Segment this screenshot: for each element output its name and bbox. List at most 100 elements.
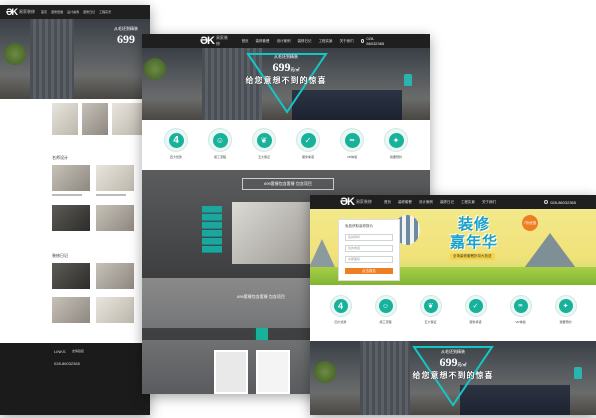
service-item[interactable]: ∞ VR体验 — [509, 295, 532, 324]
submit-button[interactable]: 点击报名 — [345, 268, 393, 274]
hero-text-left: 从毛坯到精装 699 — [96, 26, 156, 47]
phone-contact[interactable]: 028-86032365 — [544, 200, 576, 205]
nav-diary[interactable]: 装修日记 — [298, 39, 312, 44]
case-image[interactable] — [96, 165, 134, 191]
service-icon-circle: ✦ — [554, 295, 577, 317]
area-field[interactable]: 房屋面积 — [345, 256, 393, 263]
hero-price: 699元/㎡ — [310, 355, 596, 370]
package-tab[interactable] — [202, 214, 222, 221]
gallery-image[interactable] — [52, 103, 78, 135]
top-navigation: ƏK 易家装修 首页 装修套餐 设计案例 装修日记 工程实景 关于我们 028-… — [310, 195, 596, 209]
eye-mask-icon: ∞ — [513, 299, 528, 313]
quote-form: 免费获取装修报价 您的称呼 您的电话 房屋面积 点击报名 — [338, 219, 400, 281]
phone-field[interactable]: 您的电话 — [345, 245, 393, 252]
logo-text: 易家装修 — [215, 35, 228, 46]
service-icon-circle: ∞ — [340, 128, 364, 152]
service-icon-circle: ✓ — [464, 295, 487, 317]
designer-icon: ☺ — [212, 132, 228, 148]
diary-image[interactable] — [52, 263, 90, 289]
logo[interactable]: ƏK 易家装修 — [200, 35, 230, 47]
service-item[interactable]: ✦ 我要预约 — [384, 128, 408, 159]
promo-sub-text: 全场装修套餐折扣大放送 — [453, 254, 492, 258]
tab-active[interactable] — [256, 328, 268, 340]
logo[interactable]: ƏK 易家装修 — [6, 7, 35, 17]
switch-panel — [256, 350, 290, 394]
nav-projects[interactable]: 工程实景 — [319, 39, 333, 44]
hero-text: 从毛坯到精装 699元/㎡ 给您意想不到的惊喜 — [310, 349, 596, 381]
logo[interactable]: ƏK 易家装修 — [340, 196, 372, 208]
logo-mark: ƏK — [340, 196, 355, 208]
service-icon-circle: ❦ — [419, 295, 442, 317]
promo-badge: 7折优惠 — [522, 215, 538, 231]
nav-home[interactable]: 首页 — [384, 200, 391, 205]
service-label: 施工流程 — [213, 155, 226, 159]
phone-contact[interactable]: 028-86032365 — [360, 36, 390, 46]
service-item[interactable]: ✓ 服务承诺 — [296, 128, 320, 159]
diary-image[interactable] — [96, 297, 134, 323]
hero-slogan: 给您意想不到的惊喜 — [412, 371, 494, 380]
nav-home[interactable]: 首页 — [41, 10, 47, 14]
nav-about[interactable]: 关于我们 — [340, 39, 354, 44]
number-4-icon: 4 — [168, 132, 184, 148]
nav-home[interactable]: 首页 — [242, 39, 249, 44]
nav-cases[interactable]: 设计案例 — [67, 10, 79, 14]
logo-mark: ƏK — [200, 35, 215, 47]
service-label: 我要预约 — [389, 155, 402, 159]
nav-cases[interactable]: 设计案例 — [277, 39, 291, 44]
page-preview-left: ƏK 易家装修 首页 装修套餐 设计案例 装修日记 工程实景 名师设计 装修日记… — [0, 5, 150, 415]
service-label: VR体验 — [346, 155, 358, 159]
package-tab[interactable] — [202, 246, 222, 253]
case-image[interactable] — [96, 205, 134, 231]
diary-image[interactable] — [96, 263, 134, 289]
service-label: 五大保证 — [424, 320, 437, 324]
package-title: 699套餐包含套餐 包含项目 — [264, 181, 312, 186]
service-item[interactable]: ☺ 施工流程 — [374, 295, 397, 324]
nav-diary[interactable]: 装修日记 — [440, 200, 454, 205]
service-item[interactable]: ✓ 服务承诺 — [464, 295, 487, 324]
plant-decor — [4, 43, 26, 65]
service-item[interactable]: 4 四大优势 — [164, 128, 188, 159]
nav-package[interactable]: 装修套餐 — [256, 39, 270, 44]
case-image[interactable] — [52, 205, 90, 231]
service-icon-circle: ☺ — [208, 128, 232, 152]
service-item[interactable]: ✦ 我要预约 — [554, 295, 577, 324]
gallery-image[interactable] — [112, 103, 142, 135]
nav-package[interactable]: 装修套餐 — [398, 200, 412, 205]
service-label: 四大优势 — [334, 320, 347, 324]
nav-cases[interactable]: 设计案例 — [419, 200, 433, 205]
package-tab[interactable] — [202, 222, 222, 229]
diary-image[interactable] — [52, 297, 90, 323]
logo-text: 易家装修 — [19, 9, 36, 14]
phone-number: 028-86032365 — [366, 36, 385, 46]
package-tab[interactable] — [202, 238, 222, 245]
service-icon-circle: 4 — [164, 128, 188, 152]
service-item[interactable]: ☺ 施工流程 — [208, 128, 232, 159]
name-field[interactable]: 您的称呼 — [345, 234, 393, 241]
phone-icon — [544, 200, 549, 204]
case-image[interactable] — [52, 165, 90, 191]
service-icon-circle: ☺ — [374, 295, 397, 317]
package-title-box: 699套餐包含套餐 包含项目 — [222, 292, 300, 302]
service-item[interactable]: 4 四大优势 — [329, 295, 352, 324]
service-icon-circle: ❦ — [252, 128, 276, 152]
nav-projects[interactable]: 工程实景 — [99, 10, 111, 14]
nav-package[interactable]: 装修套餐 — [51, 10, 63, 14]
package-tab[interactable] — [202, 230, 222, 237]
service-label: 服务承诺 — [301, 155, 314, 159]
gallery-image[interactable] — [82, 103, 108, 135]
hero-slogan: 给您意想不到的惊喜 — [245, 76, 327, 85]
nav-about[interactable]: 关于我们 — [482, 200, 496, 205]
hero-price-unit: 元/㎡ — [457, 362, 467, 367]
footer-links-sub: 友情链接 — [72, 349, 85, 353]
service-item[interactable]: ❦ 五大保证 — [252, 128, 276, 159]
service-item[interactable]: ∞ VR体验 — [340, 128, 364, 159]
service-label: 服务承诺 — [469, 320, 482, 324]
nav-diary[interactable]: 装修日记 — [83, 10, 95, 14]
phone-icon — [360, 39, 365, 43]
package-tab[interactable] — [202, 206, 222, 213]
service-label: 五大保证 — [257, 155, 270, 159]
number-4-icon: 4 — [333, 299, 348, 313]
nav-projects[interactable]: 工程实景 — [461, 200, 475, 205]
service-item[interactable]: ❦ 五大保证 — [419, 295, 442, 324]
hero-price-number: 699 — [117, 32, 135, 46]
